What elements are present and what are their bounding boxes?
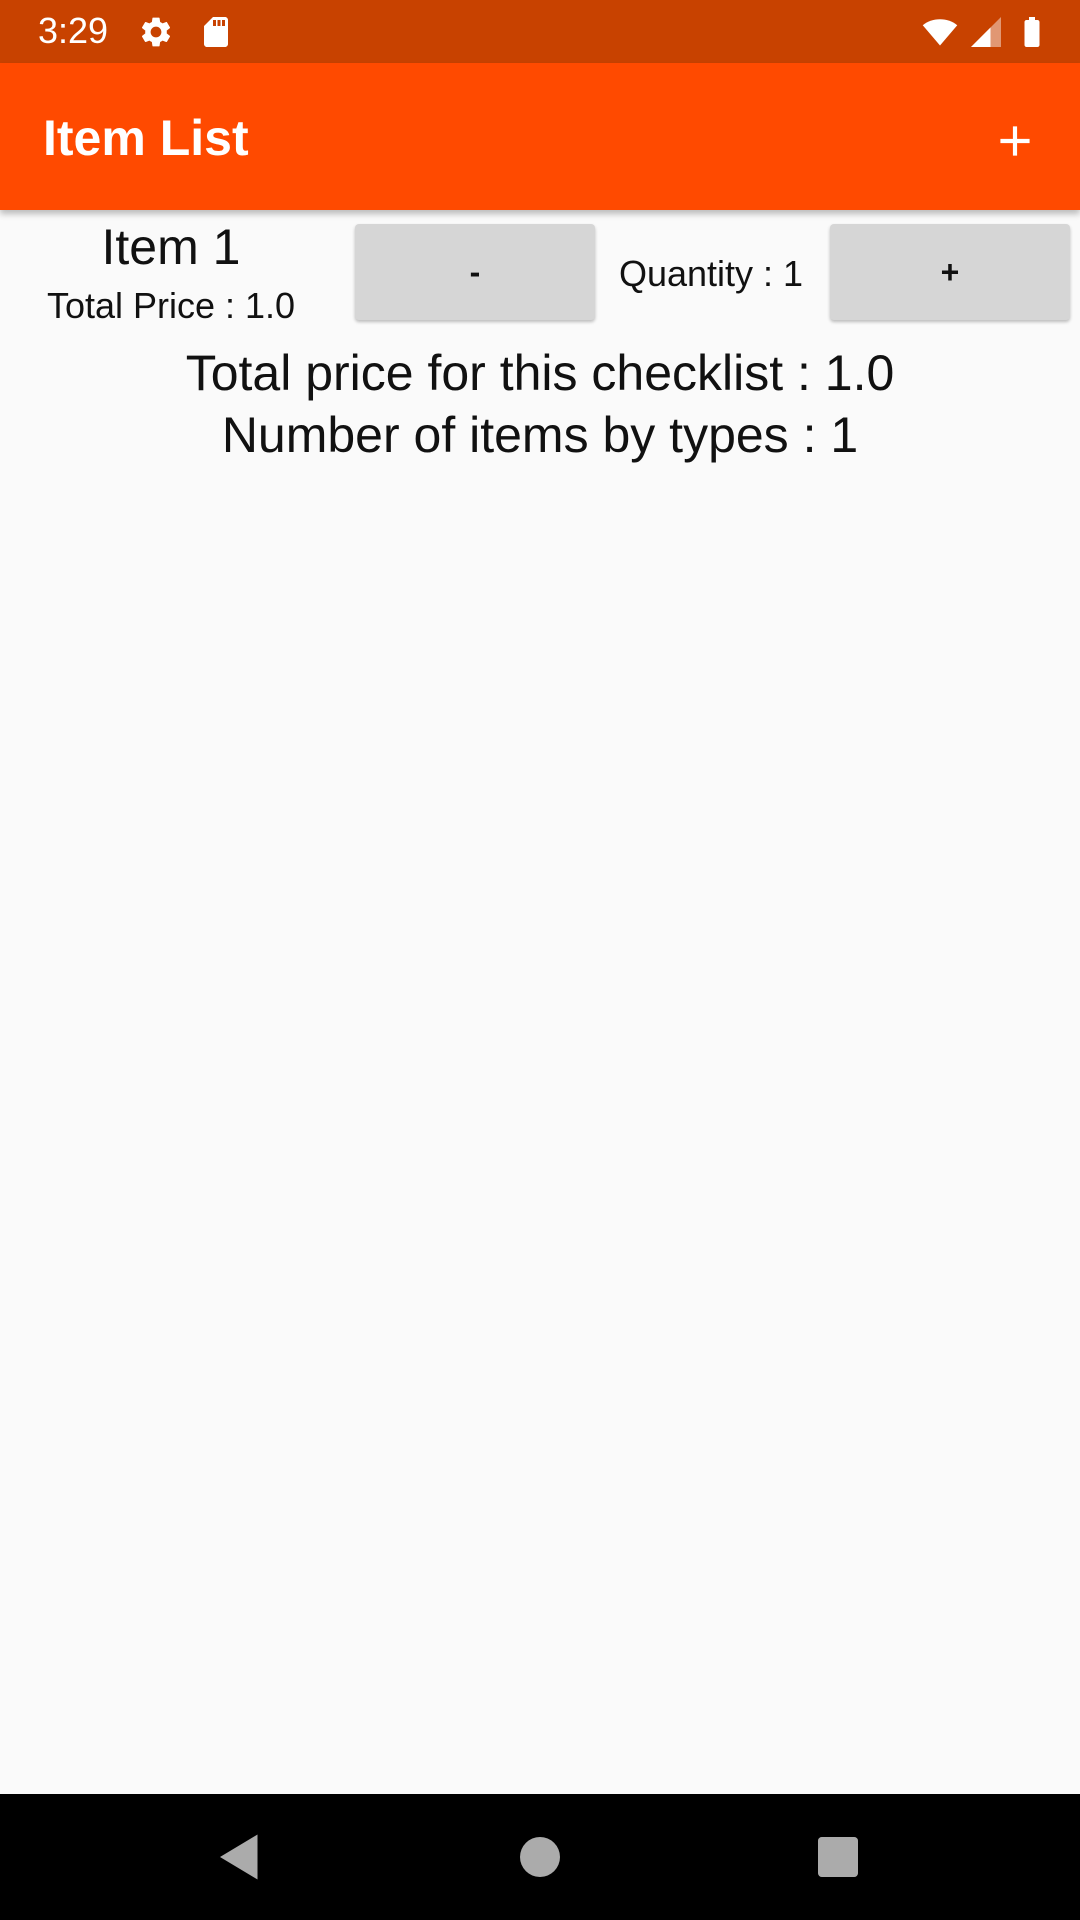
item-total-price: Total Price : 1.0	[46, 285, 296, 326]
signal-icon	[971, 17, 1001, 47]
settings-icon	[141, 17, 171, 47]
add-icon[interactable]	[990, 116, 1040, 166]
item-quantity: Quantity : 1	[618, 253, 804, 294]
status-bar: 3:29	[0, 0, 1080, 63]
navigation-bar	[0, 1794, 1080, 1920]
decrement-button[interactable]: -	[355, 224, 595, 320]
sd-card-icon	[204, 17, 228, 47]
recents-icon[interactable]	[808, 1827, 868, 1887]
item-type-count: Number of items by types : 1	[221, 407, 859, 463]
item-name: Item 1	[101, 219, 241, 275]
status-time: 3:29	[38, 10, 109, 51]
back-icon[interactable]	[210, 1827, 270, 1887]
app-bar: Item List	[0, 63, 1080, 210]
increment-button[interactable]: +	[830, 224, 1070, 320]
home-icon[interactable]	[510, 1827, 570, 1887]
page-title: Item List	[43, 110, 249, 166]
battery-icon	[1024, 17, 1040, 47]
screen: 3:29 Item List Item 1 Total Price : 1.0 …	[0, 0, 1080, 1920]
checklist-total-price: Total price for this checklist : 1.0	[185, 345, 895, 401]
wifi-icon	[922, 19, 958, 46]
